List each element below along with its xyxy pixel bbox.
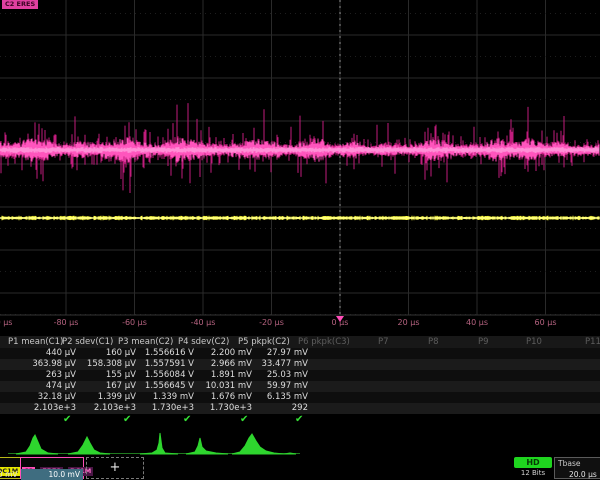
measure-param-header[interactable]: P5 pkpk(C2) — [238, 336, 290, 348]
measure-status-check: ✔ — [123, 413, 131, 426]
tbase-label: Tbase — [558, 458, 580, 469]
measure-status-check: ✔ — [295, 413, 303, 426]
measure-param-header-disabled[interactable]: P6 pkpk(C3) — [298, 336, 350, 348]
trigger-position-marker[interactable] — [336, 316, 344, 322]
measure-status-check: ✔ — [183, 413, 191, 426]
c2-descriptor-box[interactable]: C2 ERES DC1M 10.0 mV — [20, 457, 84, 479]
measure-param-header-disabled[interactable]: P8 — [428, 336, 439, 348]
measure-value-cell: 33.477 mV — [236, 359, 308, 370]
measure-value-cell: 25.03 mV — [236, 370, 308, 381]
c2-scale-value: 10.0 mV — [21, 469, 83, 480]
measure-status-check: ✔ — [63, 413, 71, 426]
timebase-tick-label: 60 µs — [518, 318, 574, 327]
timebase-tick-label: 40 µs — [449, 318, 505, 327]
hd-bits-label: 12 Bits — [514, 468, 552, 478]
measure-param-header-disabled[interactable]: P7 — [378, 336, 389, 348]
measure-param-header[interactable]: P4 sdev(C2) — [178, 336, 229, 348]
histicon-p2[interactable] — [68, 437, 110, 454]
timebase-tick-label: -20 µs — [244, 318, 300, 327]
measure-param-header[interactable]: P1 mean(C1) — [8, 336, 63, 348]
measure-param-header[interactable]: P2 sdev(C1) — [62, 336, 113, 348]
histicon-p3[interactable] — [140, 433, 178, 454]
measure-param-header-disabled[interactable]: P11 — [585, 336, 600, 348]
measure-value-cell: 6.135 mV — [236, 392, 308, 403]
c2-descriptor-header: C2 ERES DC1M — [21, 458, 83, 469]
histicon-p4[interactable] — [186, 438, 228, 454]
hd-mode-indicator[interactable]: HD 12 Bits — [514, 457, 552, 479]
measure-param-header[interactable]: P3 mean(C2) — [118, 336, 173, 348]
timebase-tick-label: -60 µs — [107, 318, 163, 327]
measure-param-header-disabled[interactable]: P10 — [526, 336, 542, 348]
histicon-p1[interactable] — [16, 435, 58, 454]
measure-param-header-disabled[interactable]: P9 — [478, 336, 489, 348]
oscilloscope-screen: C2 ERES -100 µs-80 µs-60 µs-40 µs-20 µs0… — [0, 0, 600, 480]
timebase-tick-label: -40 µs — [175, 318, 231, 327]
measure-value-cell: 59.97 mV — [236, 381, 308, 392]
timebase-tick-label: -80 µs — [38, 318, 94, 327]
timebase-descriptor-box[interactable]: Tbase 20.0 µs — [554, 457, 600, 479]
add-trace-button[interactable]: + — [86, 457, 144, 479]
tbase-value: 20.0 µs — [569, 469, 597, 480]
hd-badge: HD — [514, 457, 552, 468]
trace-annotation-badge: C2 ERES — [2, 0, 38, 9]
measure-status-check: ✔ — [240, 413, 248, 426]
histicon-p5[interactable] — [232, 434, 296, 454]
measure-value-cell: 27.97 mV — [236, 348, 308, 359]
timebase-tick-label: 20 µs — [381, 318, 437, 327]
timebase-tick-label: -100 µs — [0, 318, 26, 327]
